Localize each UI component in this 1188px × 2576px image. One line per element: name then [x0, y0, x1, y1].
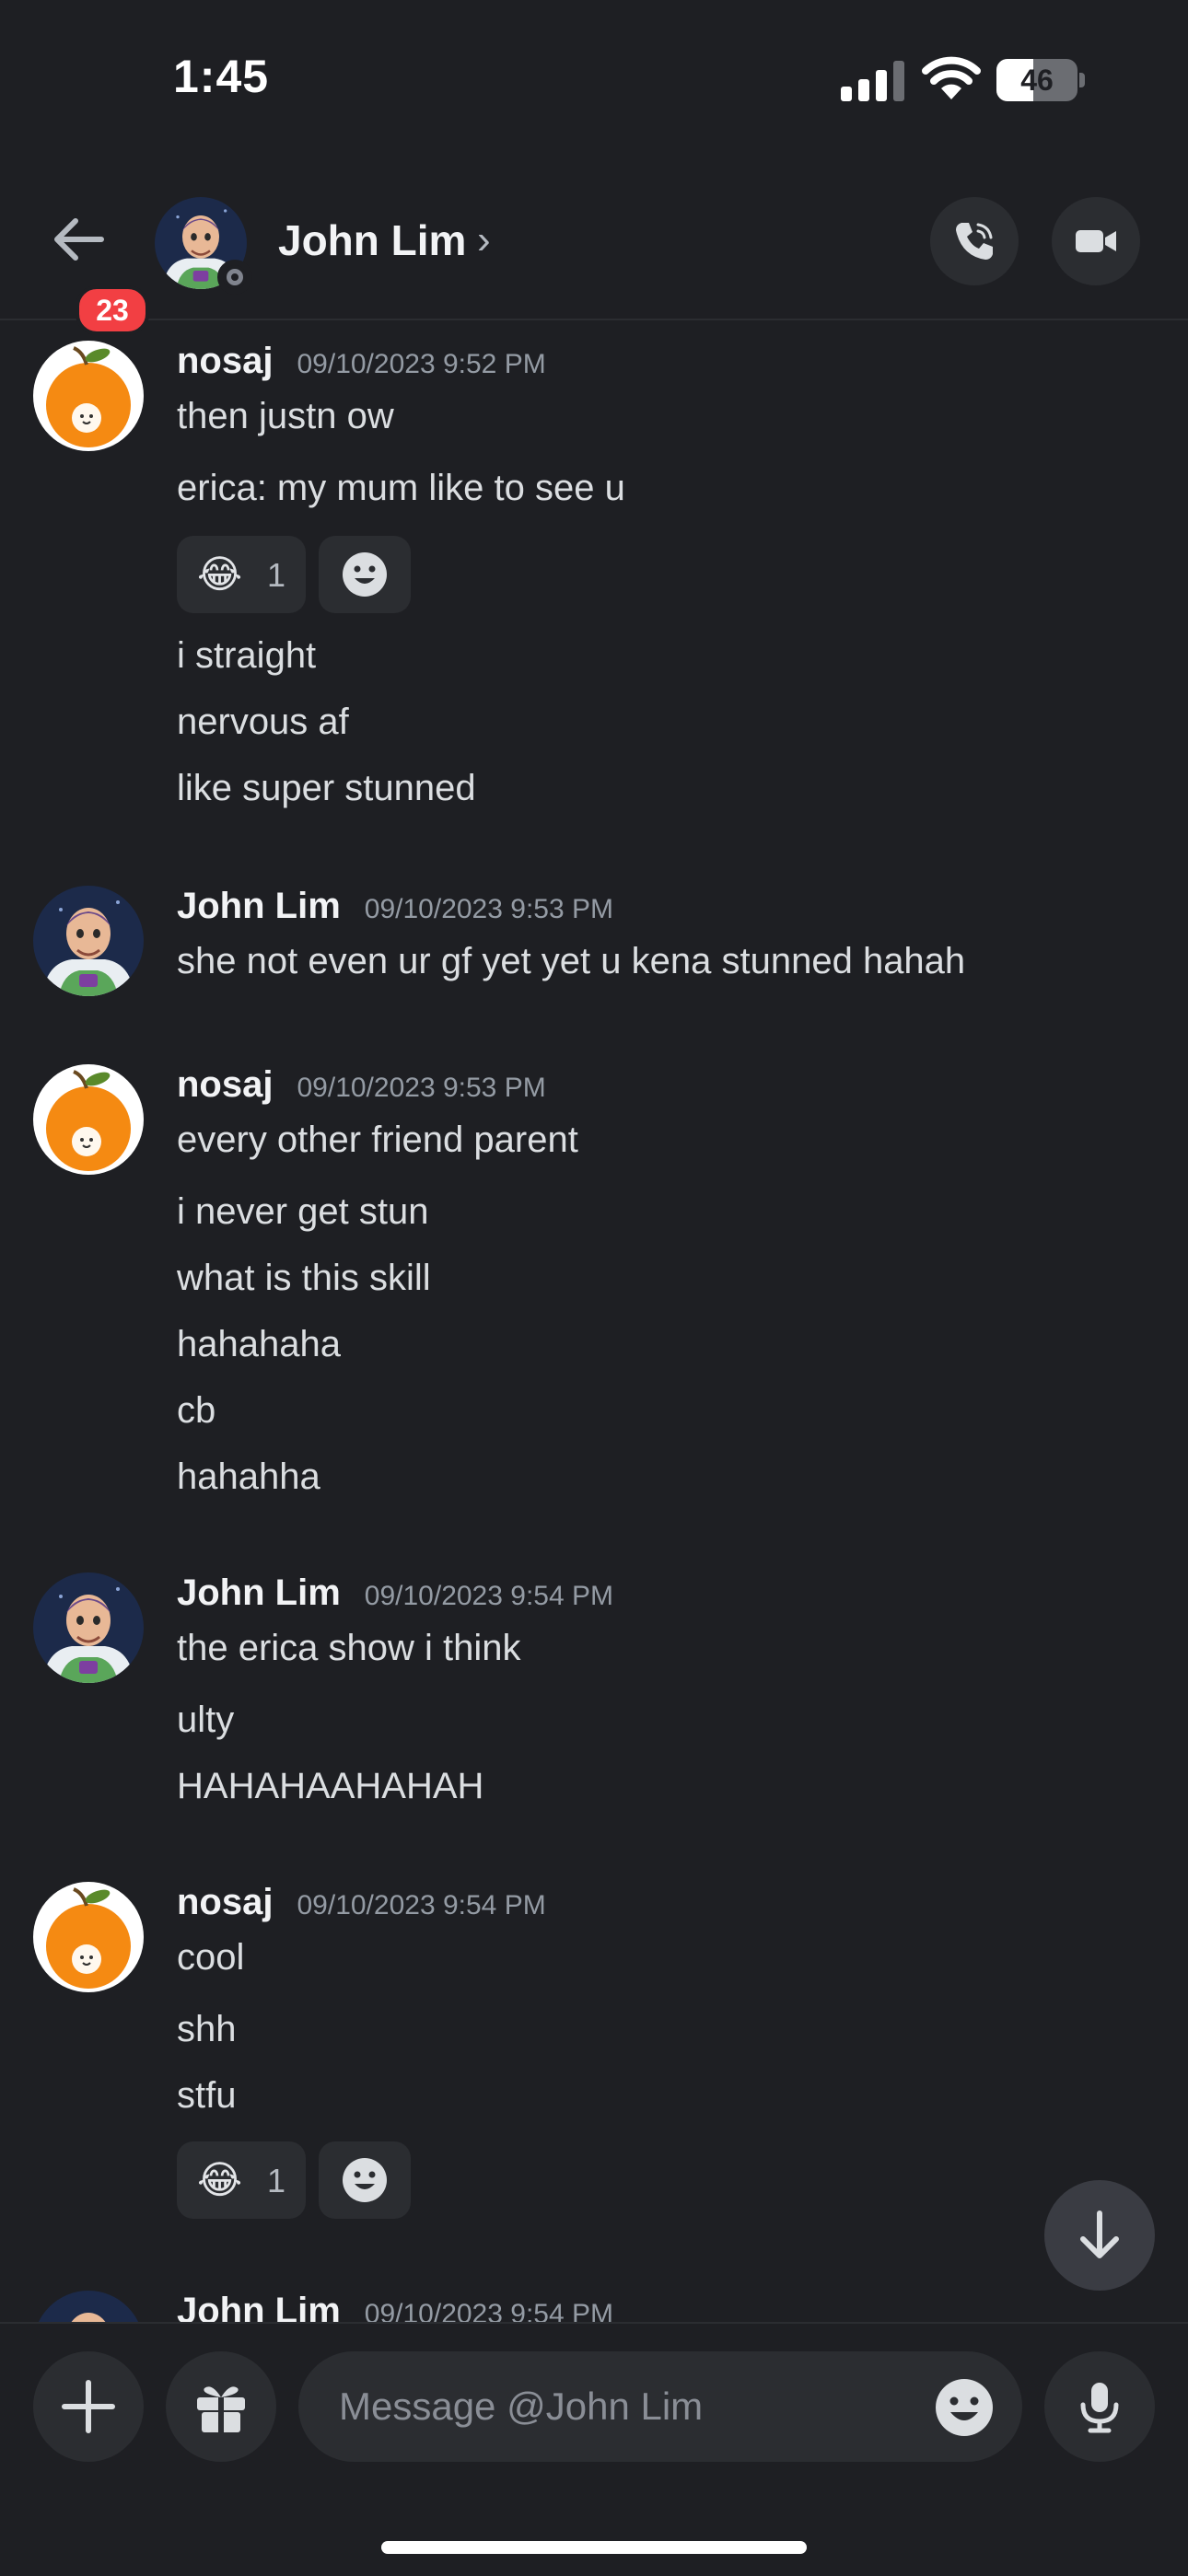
message-author[interactable]: John Lim 09/10/2023 9:53 PM [177, 886, 613, 927]
buzz-avatar-icon [33, 2291, 144, 2322]
message-author[interactable]: John Lim 09/10/2023 9:54 PM [177, 2291, 613, 2322]
add-reaction-button[interactable] [319, 2141, 411, 2219]
avatar[interactable] [33, 2291, 144, 2322]
message-text: ulty [177, 1700, 235, 1740]
voice-message-button[interactable] [1044, 2351, 1155, 2462]
back-button[interactable]: 23 [44, 212, 149, 335]
message-text: i never get stun [177, 1191, 429, 1232]
voice-call-button[interactable] [930, 197, 1019, 285]
message-author[interactable]: nosaj 09/10/2023 9:53 PM [177, 1064, 546, 1106]
microphone-icon [1080, 2383, 1119, 2433]
emoji-picker-button[interactable] [934, 2377, 995, 2438]
message-text: stfu [177, 2075, 237, 2116]
avatar[interactable] [33, 341, 144, 451]
message-text: cool [177, 1937, 245, 1978]
message-author[interactable]: John Lim 09/10/2023 9:54 PM [177, 1572, 613, 1614]
reaction-count: 1 [267, 2162, 286, 2199]
laughing-emoji-icon: 😂 [197, 552, 243, 596]
video-camera-icon [1076, 230, 1116, 252]
message-author[interactable]: nosaj 09/10/2023 9:52 PM [177, 341, 546, 382]
reaction-count: 1 [267, 556, 286, 594]
reaction-pill[interactable]: 😂 1 [177, 536, 306, 613]
dm-recipient-name[interactable]: John Lim [278, 215, 466, 265]
dm-header: 23 John Lim › [0, 175, 1188, 335]
message-composer [0, 2322, 1188, 2576]
avatar[interactable] [33, 1882, 144, 1992]
battery-percent: 46 [1020, 64, 1054, 97]
gift-button[interactable] [166, 2351, 276, 2462]
smiley-icon [936, 2379, 993, 2436]
orange-avatar-icon [33, 1882, 144, 1992]
smiley-icon [343, 552, 387, 597]
presence-offline-icon [217, 260, 252, 295]
message-text: erica: my mum like to see u [177, 468, 625, 508]
message-text: i straight [177, 635, 317, 676]
message-text: cb [177, 1390, 216, 1431]
reaction-pill[interactable]: 😂 1 [177, 2141, 306, 2219]
message-timestamp: 09/10/2023 9:54 PM [364, 1581, 613, 1611]
avatar[interactable] [33, 1064, 144, 1175]
message-text: what is this skill [177, 1258, 431, 1298]
battery-icon: 46 [996, 59, 1085, 101]
message-text: shh [177, 2009, 237, 2049]
jump-to-latest-button[interactable] [1044, 2180, 1155, 2291]
home-indicator[interactable] [381, 2541, 807, 2554]
add-reaction-button[interactable] [319, 536, 411, 613]
avatar[interactable] [155, 197, 252, 295]
chevron-right-icon[interactable]: › [477, 217, 491, 263]
message-author[interactable]: nosaj 09/10/2023 9:54 PM [177, 1882, 546, 1923]
orange-avatar-icon [33, 1064, 144, 1175]
message-list[interactable]: nosaj 09/10/2023 9:52 PM then justn ow er… [0, 320, 1188, 2322]
video-call-button[interactable] [1052, 197, 1140, 285]
message-text: hahahaha [177, 1324, 341, 1364]
message-timestamp: 09/10/2023 9:53 PM [364, 894, 613, 924]
message-text: then justn ow [177, 396, 394, 436]
arrow-down-icon [1080, 2210, 1119, 2258]
attach-button[interactable] [33, 2351, 144, 2462]
smiley-icon [343, 2158, 387, 2202]
avatar[interactable] [33, 886, 144, 996]
phone-icon [956, 223, 993, 260]
message-text: the erica show i think [177, 1628, 521, 1668]
cellular-signal-icon [841, 61, 904, 101]
message-timestamp: 09/10/2023 9:52 PM [297, 349, 546, 379]
gift-icon [197, 2386, 245, 2432]
message-timestamp: 09/10/2023 9:53 PM [297, 1073, 546, 1103]
message-text: she not even ur gf yet yet u kena stunne… [177, 941, 966, 981]
status-time: 1:45 [173, 51, 270, 102]
laughing-emoji-icon: 😂 [197, 2158, 243, 2201]
message-text: HAHAHAAHAHAH [177, 1766, 484, 1806]
buzz-avatar-icon [33, 1572, 144, 1683]
message-timestamp: 09/10/2023 9:54 PM [297, 1890, 546, 1920]
orange-avatar-icon [33, 341, 144, 451]
status-bar: 1:45 46 [0, 0, 1188, 175]
message-timestamp: 09/10/2023 9:54 PM [364, 2299, 613, 2322]
message-text: like super stunned [177, 768, 476, 808]
avatar[interactable] [33, 1572, 144, 1683]
buzz-avatar-icon [33, 886, 144, 996]
arrow-left-icon [54, 218, 104, 261]
message-input[interactable] [298, 2351, 1022, 2462]
message-text: hahahha [177, 1456, 320, 1497]
plus-icon [62, 2380, 115, 2433]
message-text: nervous af [177, 702, 349, 742]
message-text: every other friend parent [177, 1120, 578, 1160]
wifi-icon [922, 56, 981, 99]
